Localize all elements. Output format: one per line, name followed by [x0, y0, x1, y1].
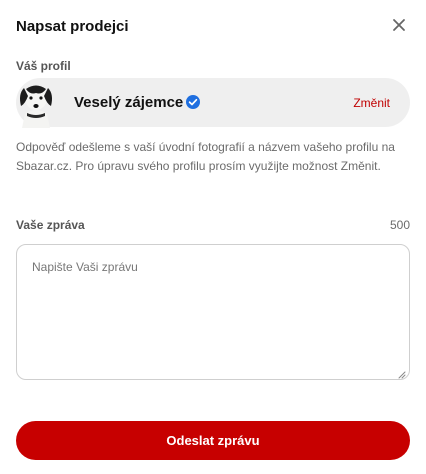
char-counter: 500	[389, 218, 410, 232]
send-message-dialog: Napsat prodejci Váš profil Veselý zájemc…	[0, 0, 426, 474]
avatar	[16, 78, 56, 128]
send-message-button[interactable]: Odeslat zprávu	[16, 421, 410, 460]
resize-handle-icon[interactable]	[396, 366, 406, 379]
change-profile-link[interactable]: Změnit	[353, 96, 390, 110]
message-label: Vaše zpráva	[16, 218, 85, 232]
profile-name: Veselý zájemce	[74, 94, 184, 111]
profile-info-text: Odpověď odešleme s vaší úvodní fotografi…	[16, 140, 395, 173]
dialog-title: Napsat prodejci	[16, 18, 129, 35]
close-icon[interactable]	[388, 14, 410, 36]
message-textarea[interactable]	[16, 244, 410, 380]
profile-section-label: Váš profil	[16, 59, 71, 73]
verified-check-icon	[185, 94, 201, 110]
